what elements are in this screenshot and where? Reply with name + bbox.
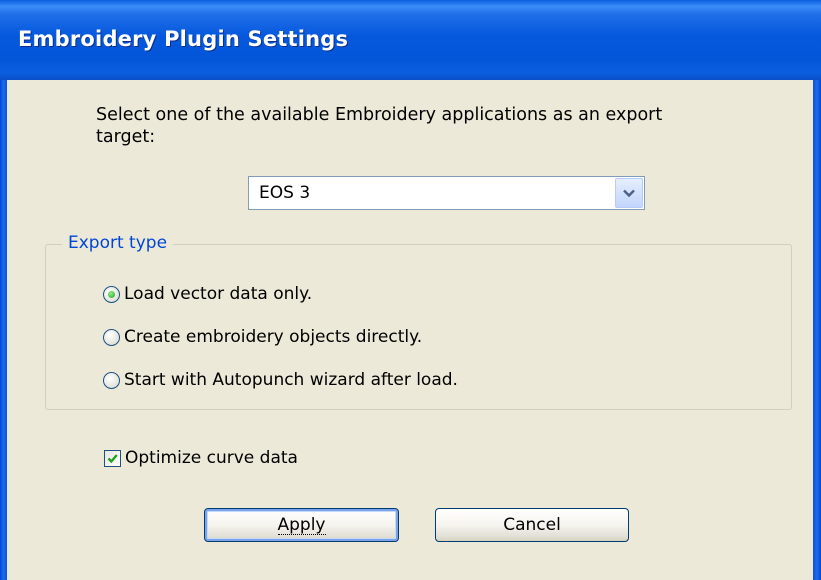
radio-label: Create embroidery objects directly. — [124, 327, 423, 347]
dropdown-button[interactable] — [615, 178, 643, 208]
instruction-text: Select one of the available Embroidery a… — [96, 105, 663, 147]
title-bar[interactable]: Embroidery Plugin Settings — [0, 0, 821, 80]
radio-button[interactable] — [103, 285, 120, 303]
radio-button[interactable] — [103, 328, 120, 346]
radio-label: Load vector data only. — [124, 284, 313, 304]
radio-load-vector[interactable]: Load vector data only. — [103, 282, 312, 306]
optimize-curve-label: Optimize curve data — [125, 448, 298, 468]
embroidery-app-select[interactable]: EOS 3 — [248, 176, 645, 210]
chevron-down-icon — [623, 189, 635, 198]
window-title: Embroidery Plugin Settings — [18, 27, 349, 51]
window-frame-right — [813, 80, 821, 580]
radio-label: Start with Autopunch wizard after load. — [124, 370, 458, 390]
apply-button-label: Apply — [277, 515, 326, 535]
apply-button[interactable]: Apply — [204, 508, 399, 542]
select-value: EOS 3 — [259, 183, 311, 203]
cancel-button-label: Cancel — [503, 515, 561, 535]
checkmark-icon — [107, 453, 118, 463]
cancel-button[interactable]: Cancel — [435, 508, 629, 542]
export-type-group: Export type Load vector data only. Creat… — [45, 233, 792, 410]
radio-autopunch-wizard[interactable]: Start with Autopunch wizard after load. — [103, 368, 458, 392]
optimize-curve-checkbox-row[interactable]: Optimize curve data — [104, 446, 298, 470]
radio-create-objects[interactable]: Create embroidery objects directly. — [103, 325, 422, 349]
export-type-legend: Export type — [62, 233, 174, 253]
radio-button[interactable] — [103, 371, 120, 389]
dialog-body: Select one of the available Embroidery a… — [7, 80, 813, 580]
optimize-curve-checkbox[interactable] — [104, 449, 121, 467]
window-frame-left — [0, 80, 7, 580]
